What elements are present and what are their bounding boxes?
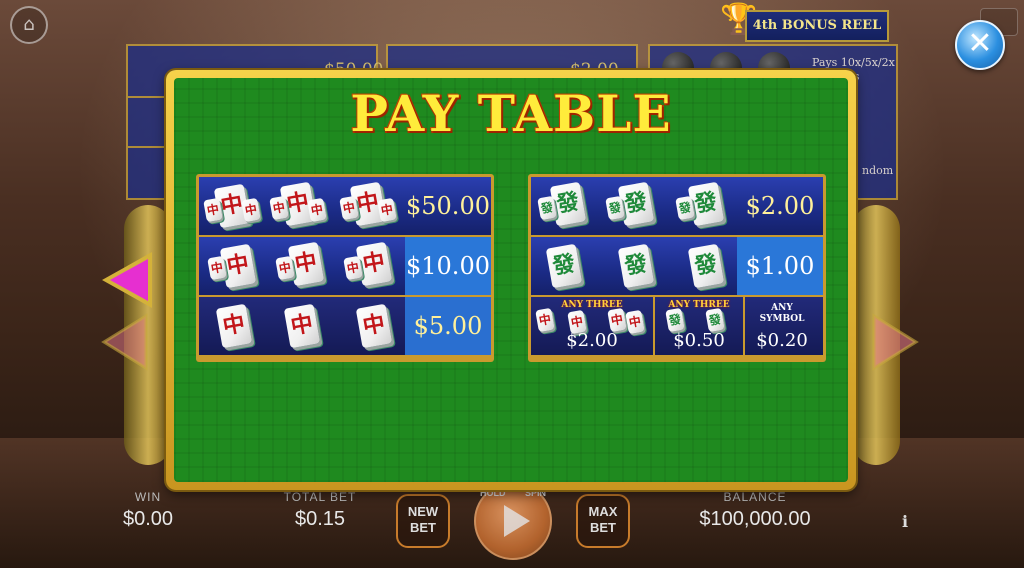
right-pay-table: 發 發 發 發 發 發 $2.00 發 發 發 $1.00 中 中 中 中 AN… [528, 174, 826, 362]
any-three-label: ANY THREE [668, 300, 730, 310]
red-dragon-tile-icon: 中 [377, 197, 397, 223]
any-symbol-label: ANY SYMBOL [759, 303, 805, 324]
new-bet-button[interactable]: NEW BET [396, 494, 450, 548]
pay-row: 中 中 中 中 中 中 $10.00 [199, 237, 491, 297]
payout-value: $0.50 [673, 330, 725, 351]
previous-page-arrow-icon[interactable] [98, 248, 158, 312]
balance-value: $100,000.00 [699, 508, 811, 530]
green-dragon-tile-icon: 發 [705, 307, 725, 333]
balance-display: BALANCE $100,000.00 [660, 490, 850, 531]
red-dragon-tile-icon: 中 [241, 197, 261, 223]
pay-row: 發 發 發 發 發 發 $2.00 [531, 177, 823, 237]
any-three-label: ANY THREE [561, 300, 623, 310]
any-three-green-cell: 發 發 ANY THREE $0.50 [655, 297, 743, 355]
any-three-red-cell: 中 中 中 中 ANY THREE $2.00 [531, 297, 653, 355]
red-dragon-tile-icon: 中 [607, 307, 627, 333]
pay-table-popup: PAY TABLE 中 中 中 中 中 中 中 中 中 $50.00 中 中 中 [166, 70, 856, 490]
close-icon: ✕ [967, 26, 993, 61]
green-dragon-tile-icon: 發 [687, 243, 725, 289]
left-pay-table: 中 中 中 中 中 中 中 中 中 $50.00 中 中 中 中 中 中 $10… [196, 174, 494, 362]
close-button[interactable]: ✕ [955, 20, 1005, 70]
red-dragon-tile-icon: 中 [355, 303, 393, 349]
total-bet-label: TOTAL BET [283, 490, 357, 504]
green-dragon-tile-icon: 發 [665, 307, 685, 333]
pay-row: 發 發 發 $1.00 [531, 237, 823, 297]
payout-value: $10.00 [405, 237, 491, 295]
red-dragon-tile-icon: 中 [535, 307, 555, 333]
red-dragon-tile-icon: 中 [287, 241, 325, 287]
spin-button[interactable]: HOLD SPIN [474, 482, 552, 560]
win-label: WIN [134, 490, 162, 504]
payout-value: $1.00 [737, 237, 823, 295]
win-display: WIN $0.00 [108, 490, 188, 531]
red-dragon-tile-icon: 中 [215, 303, 253, 349]
pay-table-panel: PAY TABLE 中 中 中 中 中 中 中 中 中 $50.00 中 中 中 [174, 78, 848, 482]
total-bet-display: TOTAL BET $0.15 [270, 490, 370, 531]
payout-value: $50.00 [406, 192, 490, 220]
green-dragon-tile-icon: 發 [687, 181, 725, 227]
red-dragon-tile-icon: 中 [219, 243, 257, 289]
total-bet-value: $0.15 [294, 508, 346, 530]
bonus-reel-label: 4th BONUS REEL [745, 10, 889, 42]
any-symbol-cell: ANY SYMBOL $0.20 [745, 297, 819, 355]
pay-row: 中 中 中 $5.00 [199, 297, 491, 355]
info-button[interactable]: i [902, 512, 908, 531]
balance-label: BALANCE [723, 490, 787, 504]
payout-value: $5.00 [405, 297, 491, 355]
left-arrow-dim-icon [101, 313, 148, 371]
payout-value: $2.00 [745, 192, 815, 220]
red-dragon-tile-icon: 中 [355, 241, 393, 287]
green-dragon-tile-icon: 發 [617, 243, 655, 289]
green-dragon-tile-icon: 發 [549, 181, 587, 227]
red-dragon-tile-icon: 中 [283, 303, 321, 349]
play-icon [504, 505, 530, 537]
max-bet-button[interactable]: MAX BET [576, 494, 630, 548]
next-page-arrow-icon[interactable] [864, 312, 924, 372]
pay-row: 中 中 中 中 ANY THREE $2.00 發 發 ANY THREE $0… [531, 297, 823, 355]
home-button[interactable]: ⌂ [10, 6, 48, 44]
green-dragon-tile-icon: 發 [617, 181, 655, 227]
pay-row: 中 中 中 中 中 中 中 中 中 $50.00 [199, 177, 491, 237]
pay-table-title: PAY TABLE [350, 84, 672, 143]
payout-value: $2.00 [566, 330, 618, 351]
home-icon: ⌂ [23, 14, 35, 35]
payout-value: $0.20 [756, 330, 808, 351]
win-value: $0.00 [122, 508, 174, 530]
green-dragon-tile-icon: 發 [545, 243, 583, 289]
red-dragon-tile-icon: 中 [307, 197, 327, 223]
